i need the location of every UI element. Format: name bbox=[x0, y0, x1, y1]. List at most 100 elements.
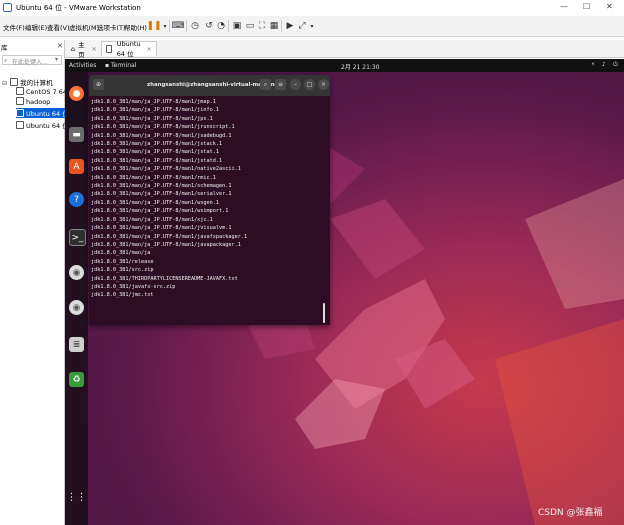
ubuntu-dock: ● ▬ A ? >_ ◉ ◉ ≣ ♻ ⋮⋮ bbox=[65, 72, 88, 525]
terminal-line: jdk1.8.0_381/man/ja_JP.UTF-8/man1/jstatd… bbox=[91, 157, 223, 164]
library-close-icon[interactable]: ✕ bbox=[57, 42, 63, 50]
vm-label: Ubuntu 64 位 bbox=[26, 110, 69, 118]
tab-close-icon[interactable]: × bbox=[92, 45, 97, 53]
terminal-line: jdk1.8.0_381/man/ja_JP.UTF-8/man1/rmic.1 bbox=[91, 174, 216, 181]
thumbnail-bar-icon[interactable]: ▭ bbox=[244, 20, 256, 32]
gnome-top-bar: Activities ▪ Terminal 2月 21 21:30 ⚡ ♪ ⏻ bbox=[65, 59, 624, 72]
dropdown-arrow-icon[interactable]: ▾ bbox=[306, 20, 318, 32]
vm-label: Ubuntu 64 位 bbox=[26, 122, 69, 130]
terminal-window[interactable]: ⊕ zhangsanshi@zhangsanshi-virtual-machin… bbox=[89, 75, 330, 325]
help-icon[interactable]: ? bbox=[69, 192, 84, 207]
new-tab-icon[interactable]: ⊕ bbox=[93, 79, 104, 90]
terminal-line: jdk1.8.0_381/jmc.txt bbox=[91, 292, 154, 299]
app-center-icon[interactable]: A bbox=[69, 159, 84, 174]
terminal-line: jdk1.8.0_381/man/ja_JP.UTF-8/man1/schema… bbox=[91, 183, 232, 190]
collapse-icon[interactable]: ⊟ bbox=[2, 80, 7, 87]
app-name: Terminal bbox=[111, 62, 137, 69]
terminal-app-indicator[interactable]: ▪ Terminal bbox=[105, 62, 136, 69]
toolbar-separator bbox=[228, 20, 229, 32]
toolbar-separator bbox=[281, 20, 282, 32]
watermark: CSDN @张鑫福 bbox=[538, 508, 603, 518]
network-icon[interactable]: ⚡ bbox=[591, 61, 595, 68]
terminal-scrollbar[interactable] bbox=[323, 303, 325, 323]
snapshot-icon[interactable]: ◷ bbox=[189, 20, 201, 32]
library-title: 库 bbox=[1, 44, 8, 52]
search-icon[interactable]: ⌕ bbox=[260, 79, 271, 90]
terminal-line: jdk1.8.0_381/man/ja_JP.UTF-8/man1/wsgen.… bbox=[91, 199, 220, 206]
terminal-line: jdk1.8.0_381/man/ja_JP.UTF-8/man1/jps.1 bbox=[91, 115, 213, 122]
menu-view[interactable]: 查看(V) bbox=[47, 22, 70, 32]
activities-button[interactable]: Activities bbox=[69, 62, 96, 69]
maximize-button[interactable]: ☐ bbox=[583, 2, 590, 11]
tree-item-vm[interactable]: Ubuntu 64 位 bbox=[16, 120, 69, 130]
disc-icon[interactable]: ◉ bbox=[69, 300, 84, 315]
terminal-line: jdk1.8.0_381/man/ja_JP.UTF-8/man1/native… bbox=[91, 166, 241, 173]
tab-home[interactable]: ⌂ 主页 × bbox=[67, 40, 101, 59]
show-apps-icon[interactable]: ⋮⋮ bbox=[67, 490, 87, 505]
close-button[interactable]: ✕ bbox=[606, 2, 613, 11]
terminal-line: jdk1.8.0_381/man/ja_JP.UTF-8/man1/javapa… bbox=[91, 241, 241, 248]
menu-vm[interactable]: 虚拟机(M) bbox=[69, 22, 99, 32]
terminal-line: jdk1.8.0_381/man/ja_JP.UTF-8/man1/xjc.1 bbox=[91, 216, 213, 223]
trash-icon[interactable]: ♻ bbox=[69, 372, 84, 387]
text-editor-icon[interactable]: ≣ bbox=[69, 337, 84, 352]
terminal-line: jdk1.8.0_381/src.zip bbox=[91, 267, 154, 274]
vm-icon bbox=[16, 87, 24, 95]
tab-label: Ubuntu 64 位 bbox=[116, 40, 141, 58]
window-title: Ubuntu 64 位 - VMware Workstation bbox=[16, 4, 141, 12]
terminal-line: jdk1.8.0_381/man/ja_JP.UTF-8/man1/jmap.1 bbox=[91, 99, 216, 105]
menu-edit[interactable]: 编辑(E) bbox=[25, 22, 47, 32]
maximize-icon[interactable]: □ bbox=[304, 79, 315, 90]
send-ctrl-alt-del-icon[interactable]: ⌨ bbox=[172, 20, 185, 32]
volume-icon[interactable]: ♪ bbox=[602, 61, 606, 68]
hamburger-menu-icon[interactable]: ≡ bbox=[275, 79, 286, 90]
terminal-header-bar: ⊕ zhangsanshi@zhangsanshi-virtual-machin… bbox=[89, 75, 330, 96]
ubuntu-desktop[interactable]: Activities ▪ Terminal 2月 21 21:30 ⚡ ♪ ⏻ … bbox=[65, 59, 624, 525]
unity-icon[interactable]: ▦ bbox=[268, 20, 280, 32]
tree-item-vm[interactable]: hadoop bbox=[16, 97, 50, 106]
firefox-icon[interactable]: ● bbox=[69, 86, 84, 101]
full-screen-icon[interactable]: ⛶ bbox=[256, 20, 268, 32]
clock[interactable]: 2月 21 21:30 bbox=[341, 62, 380, 71]
terminal-line: jdk1.8.0_381/man/ja_JP.UTF-8/man1/jsadeb… bbox=[91, 132, 232, 139]
close-icon[interactable]: × bbox=[318, 79, 329, 90]
menu-help[interactable]: 帮助(H) bbox=[124, 22, 147, 32]
tab-ubuntu[interactable]: Ubuntu 64 位 × bbox=[101, 40, 157, 58]
show-library-icon[interactable]: ▣ bbox=[231, 20, 243, 32]
terminal-output[interactable]: jdk1.8.0_381/man/ja_JP.UTF-8/man1/jmap.1… bbox=[91, 98, 321, 323]
library-search-placeholder: 在此处键入... bbox=[12, 59, 48, 66]
revert-snapshot-icon[interactable]: ↺ bbox=[203, 20, 215, 32]
library-panel: 库 ✕ ⌕ 在此处键入... ▾ ⊟ 我的计算机 CentOS 7 64 位 h… bbox=[0, 40, 76, 525]
terminal-line: jdk1.8.0_381/man/ja_JP.UTF-8/man1/jstack… bbox=[91, 141, 223, 148]
home-icon: ⌂ bbox=[71, 44, 76, 53]
toolbar-separator bbox=[186, 20, 187, 32]
tree-item-vm-selected[interactable]: Ubuntu 64 位 bbox=[16, 108, 71, 118]
vm-icon bbox=[16, 121, 24, 129]
terminal-line: jdk1.8.0_381/man/ja_JP.UTF-8/man1/jvisua… bbox=[91, 225, 232, 232]
chevron-down-icon[interactable]: ▾ bbox=[55, 56, 58, 63]
menu-tabs[interactable]: 选项卡(T) bbox=[97, 22, 126, 32]
terminal-line: jdk1.8.0_381/man/ja_JP.UTF-8/man1/jrunsc… bbox=[91, 124, 235, 131]
menu-file[interactable]: 文件(F) bbox=[3, 22, 25, 32]
toolbar-separator bbox=[169, 20, 170, 32]
files-icon[interactable]: ▬ bbox=[69, 127, 84, 142]
terminal-line: jdk1.8.0_381/release bbox=[91, 258, 154, 265]
library-search-input[interactable]: ⌕ 在此处键入... ▾ bbox=[2, 55, 62, 66]
minimize-icon[interactable]: – bbox=[290, 79, 301, 90]
terminal-line: jdk1.8.0_381/man/ja_JP.UTF-8/man1/jstat.… bbox=[91, 149, 220, 156]
snapshot-manager-icon[interactable]: ◔ bbox=[215, 20, 227, 32]
tab-close-icon[interactable]: × bbox=[147, 45, 152, 53]
menu-bar: 文件(F) 编辑(E) 查看(V) 虚拟机(M) 选项卡(T) 帮助(H) ❚❚… bbox=[0, 16, 624, 37]
vm-icon bbox=[16, 109, 24, 117]
disc-icon[interactable]: ◉ bbox=[69, 265, 84, 280]
terminal-line: jdk1.8.0_381/man/ja bbox=[91, 250, 151, 257]
power-icon[interactable]: ⏻ bbox=[613, 61, 618, 69]
minimize-button[interactable]: — bbox=[560, 2, 568, 11]
vmware-logo-icon bbox=[3, 3, 12, 12]
terminal-icon[interactable]: >_ bbox=[69, 229, 86, 246]
tab-label: 主页 bbox=[78, 40, 85, 59]
vm-icon bbox=[106, 45, 112, 53]
console-view-icon[interactable]: ▶ bbox=[284, 20, 296, 32]
computer-icon bbox=[10, 78, 19, 86]
terminal-line: jdk1.8.0_381/javafx-src.zip bbox=[91, 283, 176, 290]
